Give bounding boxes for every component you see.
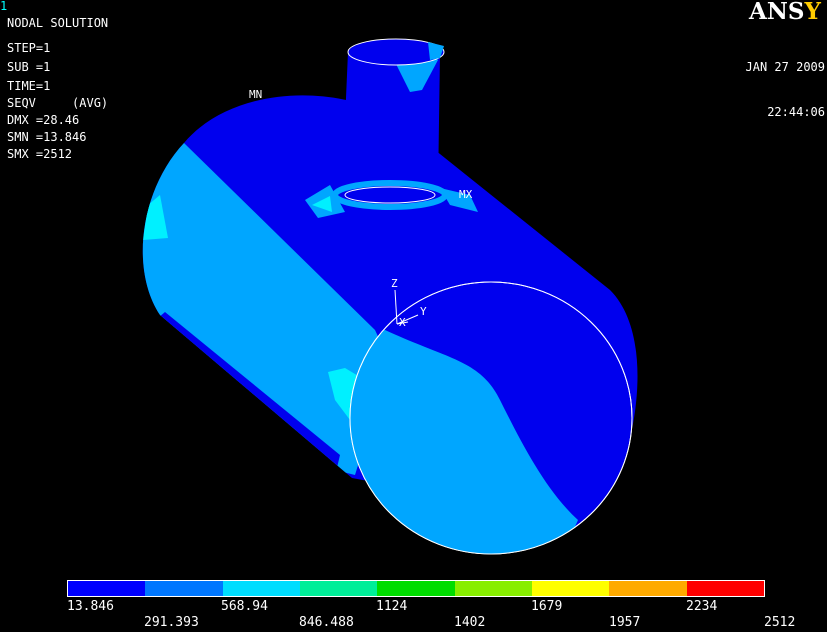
legend-label-bottom: 291.393	[144, 615, 199, 630]
legend-label-bottom: 1402	[454, 615, 486, 630]
legend-label-bottom: 1957	[609, 615, 641, 630]
legend-swatch-2	[145, 581, 223, 596]
graphics-window[interactable]: 1 NODAL SOLUTION STEP=1 SUB =1 TIME=1 SE…	[0, 0, 827, 632]
legend-label-bottom: 2512	[764, 615, 796, 630]
legend-label-top: 568.94	[221, 599, 268, 614]
legend-swatch-6	[454, 581, 532, 596]
z-axis-label: Z	[391, 277, 398, 290]
legend-swatch-5	[377, 581, 455, 596]
min-marker-label: MN	[249, 88, 263, 101]
legend-swatch-3	[222, 581, 300, 596]
legend-label-top: 1124	[376, 599, 408, 614]
nozzle-rim-patch	[428, 42, 444, 60]
contour-legend	[67, 580, 765, 597]
x-axis-label: X	[399, 316, 406, 329]
max-marker-label: MX	[459, 188, 473, 201]
legend-swatch-8	[609, 581, 687, 596]
legend-swatch-1	[68, 581, 146, 596]
legend-swatch-9	[686, 581, 764, 596]
legend-swatch-4	[299, 581, 378, 596]
y-axis-label: Y	[420, 305, 427, 318]
legend-label-top: 2234	[686, 599, 718, 614]
legend-label-bottom: 846.488	[299, 615, 354, 630]
legend-swatch-7	[531, 581, 610, 596]
legend-label-top: 1679	[531, 599, 563, 614]
stress-contour-model[interactable]	[0, 0, 827, 575]
legend-label-top: 13.846	[67, 599, 114, 614]
